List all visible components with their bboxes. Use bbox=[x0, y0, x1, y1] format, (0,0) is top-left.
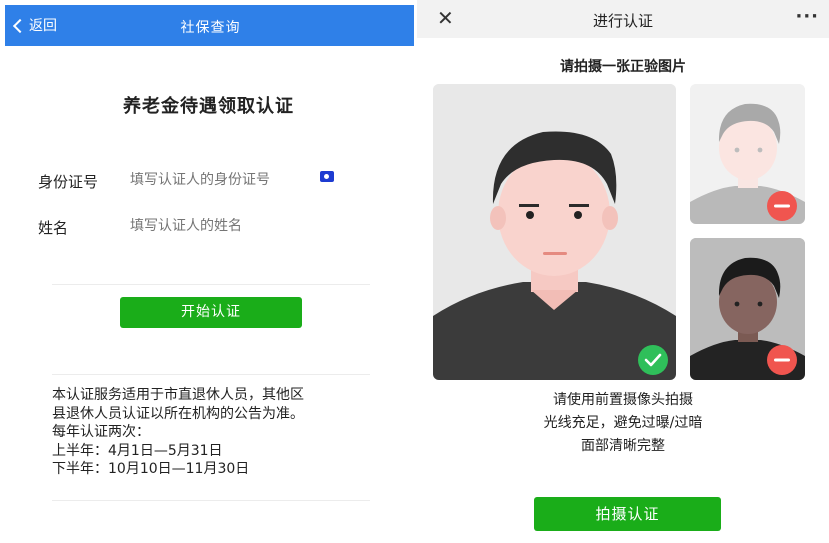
page-title: 养老金待遇领取认证 bbox=[123, 96, 294, 117]
header-title: 社保查询 bbox=[180, 20, 241, 36]
name-field-label: 姓名 bbox=[38, 219, 69, 237]
capture-button[interactable]: 拍摄认证 bbox=[534, 497, 721, 531]
hint-line: 请使用前置摄像头拍摄 bbox=[553, 392, 693, 408]
overexposed-example-photo bbox=[690, 84, 805, 224]
left-screen: 返回 社保查询 养老金待遇领取认证 身份证号 姓名 开始认证 本认证服务适用于市… bbox=[0, 0, 417, 543]
notice-line: 每年认证两次： bbox=[52, 424, 150, 440]
divider bbox=[52, 284, 370, 285]
face-illustration bbox=[433, 84, 676, 380]
divider bbox=[52, 374, 370, 375]
start-auth-button[interactable]: 开始认证 bbox=[120, 297, 302, 328]
correct-example-photo bbox=[433, 84, 676, 380]
header-title: 进行认证 bbox=[592, 12, 653, 30]
hint-line: 面部清晰完整 bbox=[581, 438, 665, 454]
more-icon[interactable]: ··· bbox=[795, 6, 819, 27]
hint-line: 光线充足，避免过曝/过暗 bbox=[543, 415, 703, 431]
notice-line: 上半年：4月1日—5月31日 bbox=[52, 442, 223, 459]
right-screen: ✕ 进行认证 ··· 请拍摄一张正验图片 请使用前置摄像头拍摄 光线充足，避免过… bbox=[417, 0, 829, 543]
notice-text: 本认证服务适用于市直退休人员，其他区 县退休人员认证以所在机构的公告为准。 每年… bbox=[52, 386, 372, 479]
notice-line: 下半年：10月10日—11月30日 bbox=[52, 461, 250, 477]
name-input[interactable] bbox=[130, 218, 310, 234]
auth-header: ✕ 进行认证 ··· bbox=[417, 0, 829, 38]
id-field-label: 身份证号 bbox=[38, 173, 99, 191]
minus-icon bbox=[767, 191, 797, 221]
camera-icon[interactable] bbox=[320, 171, 334, 182]
notice-line: 县退休人员认证以所在机构的公告为准。 bbox=[52, 405, 304, 422]
capture-prompt: 请拍摄一张正验图片 bbox=[560, 59, 686, 75]
minus-icon bbox=[767, 345, 797, 375]
underexposed-example-photo bbox=[690, 238, 805, 380]
id-number-input[interactable] bbox=[130, 172, 310, 188]
divider bbox=[52, 500, 370, 501]
app-header: 返回 社保查询 bbox=[5, 5, 416, 46]
notice-line: 本认证服务适用于市直退休人员，其他区 bbox=[52, 387, 304, 403]
check-icon bbox=[638, 345, 668, 375]
